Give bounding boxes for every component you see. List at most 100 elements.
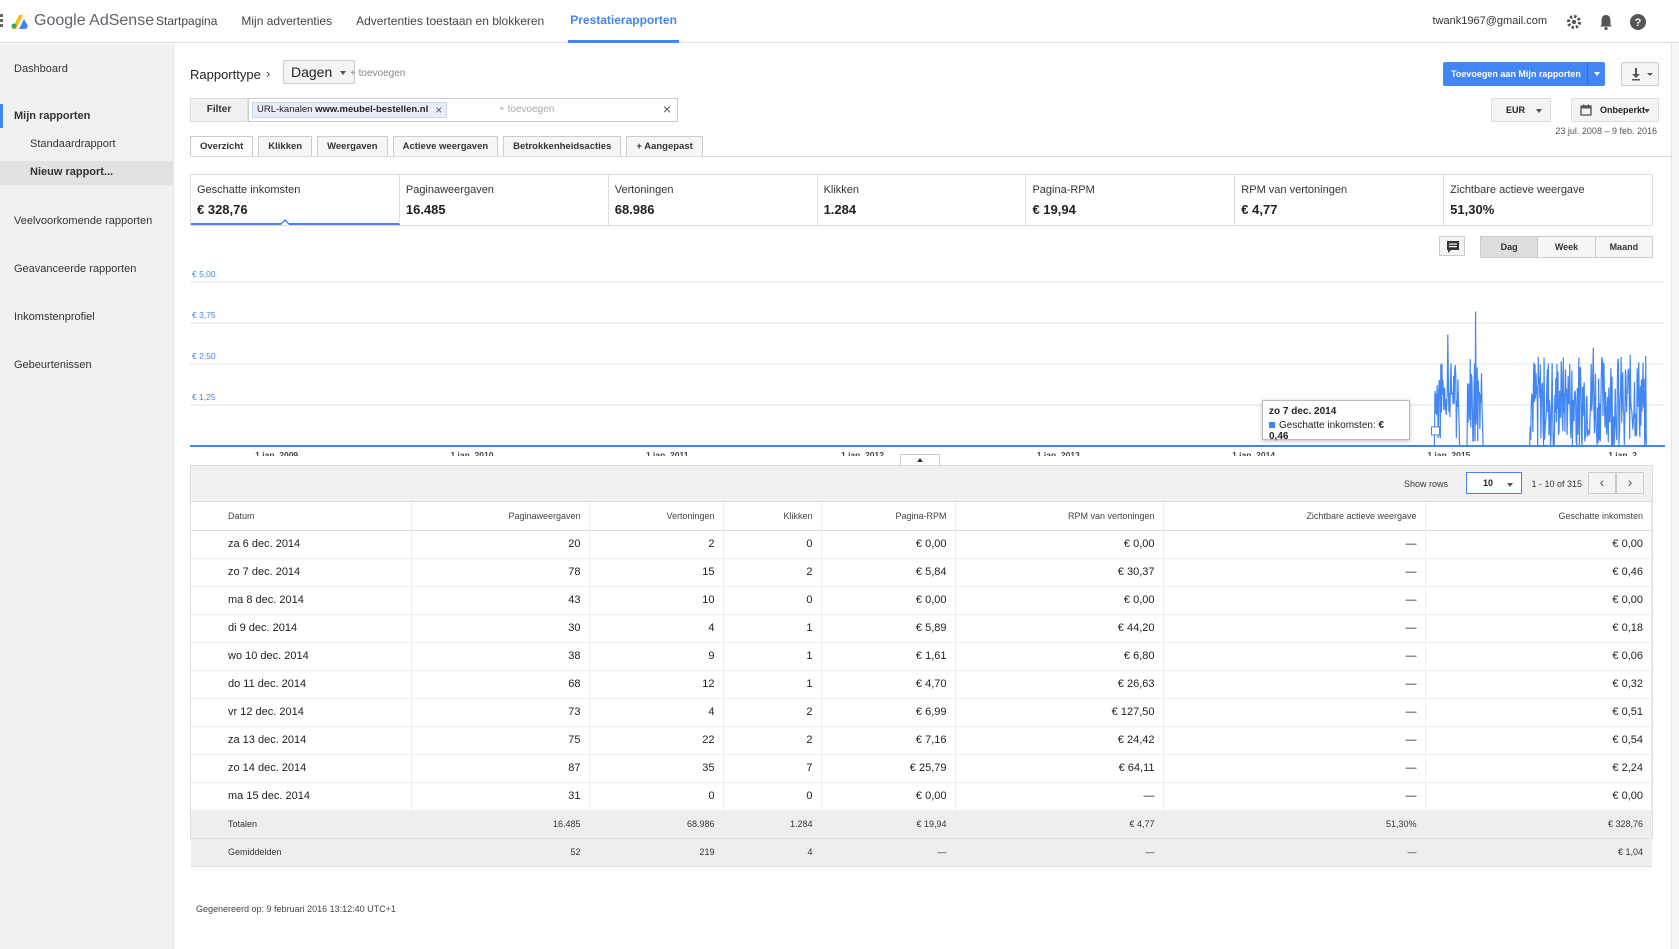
table-cell: € 4,70 xyxy=(821,670,956,699)
sidebar-item-mijn-rapporten[interactable]: Mijn rapporten xyxy=(14,110,90,122)
y-tick-label: € 1,25 xyxy=(192,392,216,402)
rows-per-page-value: 10 xyxy=(1483,478,1494,488)
granularity-maand-button[interactable]: Maand xyxy=(1595,237,1652,257)
filter-add-placeholder[interactable]: + toevoegen xyxy=(499,104,554,115)
sidebar-item-gebeurtenissen[interactable]: Gebeurtenissen xyxy=(14,359,92,371)
metric-pagina-rpm[interactable]: Pagina-RPM € 19,94 xyxy=(1026,175,1236,225)
currency-dropdown[interactable]: EUR xyxy=(1491,98,1551,122)
table-cell: 1.284 xyxy=(723,810,822,839)
tab-overzicht[interactable]: Overzicht xyxy=(190,136,254,157)
table-cell: € 0,00 xyxy=(821,586,956,615)
table-cell: 2 xyxy=(723,698,822,727)
y-tick-label: € 2,50 xyxy=(192,351,216,361)
column-header-inkomsten[interactable]: Geschatte inkomsten xyxy=(1425,502,1652,531)
table-cell: € 25,79 xyxy=(821,754,956,783)
add-to-my-reports-menu[interactable] xyxy=(1587,62,1605,86)
table-cell: € 127,50 xyxy=(955,698,1164,727)
table-cell: zo 7 dec. 2014 xyxy=(191,558,412,587)
dimension-value: Dagen xyxy=(291,64,333,80)
add-dimension-link[interactable]: + toevoegen xyxy=(350,68,405,79)
x-tick-label: 1 jan. 2014 xyxy=(1232,450,1275,456)
column-header-pagina-rpm[interactable]: Pagina-RPM xyxy=(821,502,956,531)
y-tick-label: € 5,00 xyxy=(192,269,216,279)
tab-aangepast[interactable]: + Aangepast xyxy=(626,136,703,157)
column-header-paginaweergaven[interactable]: Paginaweergaven xyxy=(411,502,590,531)
table-cell: 52 xyxy=(411,838,590,867)
table-cell: do 11 dec. 2014 xyxy=(191,670,412,699)
tab-weergaven[interactable]: Weergaven xyxy=(317,136,388,157)
rows-per-page-select[interactable]: 10 xyxy=(1466,472,1522,494)
metric-geschatte-inkomsten[interactable]: Geschatte inkomsten € 328,76 xyxy=(191,175,400,225)
app-logo[interactable]: Google AdSense xyxy=(34,12,154,30)
nav-advertenties-toestaan[interactable]: Advertenties toestaan en blokkeren xyxy=(356,0,544,43)
report-table: Show rows 10 1 - 10 of 315 ‹ › Datum Pag… xyxy=(190,465,1653,867)
tab-betrokkenheidsacties[interactable]: Betrokkenheidsacties xyxy=(503,136,622,157)
metric-label: Klikken xyxy=(823,184,860,196)
filter-input[interactable]: URL-kanalen www.meubel-bestellen.nl × + … xyxy=(248,98,678,122)
sidebar-item-standaardrapport[interactable]: Standaardrapport xyxy=(30,138,116,150)
account-email[interactable]: twank1967@gmail.com xyxy=(1433,15,1548,27)
filter-chip[interactable]: URL-kanalen www.meubel-bestellen.nl × xyxy=(252,102,448,118)
table-cell: 22 xyxy=(589,726,724,755)
table-cell: 0 xyxy=(589,782,724,811)
table-row: za 13 dec. 2014 75 22 2 € 7,16 € 24,42— € 0,54 xyxy=(191,726,1652,755)
metric-klikken[interactable]: Klikken 1.284 xyxy=(818,175,1027,225)
dimension-dropdown[interactable]: Dagen xyxy=(283,60,356,84)
gear-icon[interactable] xyxy=(1565,13,1583,31)
sidebar-item-inkomstenprofiel[interactable]: Inkomstenprofiel xyxy=(14,311,95,323)
metric-value: € 328,76 xyxy=(197,202,248,217)
table-cell: € 0,32 xyxy=(1425,670,1652,699)
close-icon[interactable]: × xyxy=(435,103,442,117)
next-page-button[interactable]: › xyxy=(1616,472,1644,494)
help-icon[interactable]: ? xyxy=(1629,13,1647,31)
table-cell: — xyxy=(1163,838,1426,867)
granularity-dag-button[interactable]: Dag xyxy=(1481,237,1539,257)
table-cell: di 9 dec. 2014 xyxy=(191,614,412,643)
earnings-chart[interactable]: € 1,25 € 2,50 € 3,75 € 5,00 1 jan. 2009 1 jan… xyxy=(190,266,1665,456)
date-range-dropdown[interactable]: Onbeperkt xyxy=(1571,98,1659,122)
metric-label: Vertoningen xyxy=(614,184,674,196)
sidebar-item-nieuw-rapport[interactable]: Nieuw rapport... xyxy=(30,166,113,178)
annotations-button[interactable] xyxy=(1439,236,1465,256)
scrollbar[interactable] xyxy=(1671,44,1679,949)
column-header-rpm-vertoningen[interactable]: RPM van vertoningen xyxy=(955,502,1164,531)
column-header-klikken[interactable]: Klikken xyxy=(723,502,822,531)
metric-paginaweergaven[interactable]: Paginaweergaven 16.485 xyxy=(400,175,609,225)
x-tick-label: 1 jan. 2... xyxy=(1608,450,1644,456)
table-cell: ma 8 dec. 2014 xyxy=(191,586,412,615)
chevron-up-icon xyxy=(917,458,923,462)
tab-actieve-weergaven[interactable]: Actieve weergaven xyxy=(392,136,499,157)
prev-page-button[interactable]: ‹ xyxy=(1588,472,1616,494)
table-toolbar: Show rows 10 1 - 10 of 315 ‹ › xyxy=(191,466,1652,502)
sidebar-item-veelvoorkomende[interactable]: Veelvoorkomende rapporten xyxy=(14,215,152,227)
chevron-left-icon: ‹ xyxy=(1599,474,1605,490)
sidebar-item-geavanceerde[interactable]: Geavanceerde rapporten xyxy=(14,263,136,275)
metric-value: € 19,94 xyxy=(1032,202,1076,217)
table-row: ma 15 dec. 2014 31 0 0 € 0,00— — € 0,00 xyxy=(191,782,1652,811)
y-tick-label: € 3,75 xyxy=(192,310,216,320)
generated-timestamp: Gegenereerd op: 9 februari 2016 13:12:40… xyxy=(196,904,396,914)
table-cell: Gemiddelden xyxy=(191,838,412,867)
clear-filter-icon[interactable]: × xyxy=(663,101,671,117)
tabs-divider xyxy=(190,156,1679,157)
metric-vertoningen[interactable]: Vertoningen 68.986 xyxy=(609,175,818,225)
filter-button[interactable]: Filter xyxy=(190,98,248,122)
metric-rpm-vertoningen[interactable]: RPM van vertoningen € 4,77 xyxy=(1235,175,1445,225)
sidebar-item-dashboard[interactable]: Dashboard xyxy=(14,63,68,75)
nav-prestatierapporten[interactable]: Prestatierapporten xyxy=(568,0,679,43)
add-to-my-reports-button[interactable]: Toevoegen aan Mijn rapporten xyxy=(1443,62,1605,86)
nav-startpagina[interactable]: Startpagina xyxy=(156,0,217,43)
bell-icon[interactable] xyxy=(1597,13,1615,31)
column-header-zichtbare[interactable]: Zichtbare actieve weergave xyxy=(1163,502,1426,531)
table-cell: 20 xyxy=(411,530,590,559)
table-cell: 9 xyxy=(589,642,724,671)
tab-klikken[interactable]: Klikken xyxy=(258,136,313,157)
granularity-week-button[interactable]: Week xyxy=(1538,237,1596,257)
download-button[interactable] xyxy=(1621,62,1659,86)
column-header-vertoningen[interactable]: Vertoningen xyxy=(589,502,724,531)
table-cell: — xyxy=(1163,530,1426,559)
metric-zichtbare-actieve-weergave[interactable]: Zichtbare actieve weergave 51,30% xyxy=(1444,175,1652,225)
column-header-datum[interactable]: Datum xyxy=(191,502,412,531)
menu-icon[interactable] xyxy=(0,14,3,28)
nav-mijn-advertenties[interactable]: Mijn advertenties xyxy=(241,0,332,43)
